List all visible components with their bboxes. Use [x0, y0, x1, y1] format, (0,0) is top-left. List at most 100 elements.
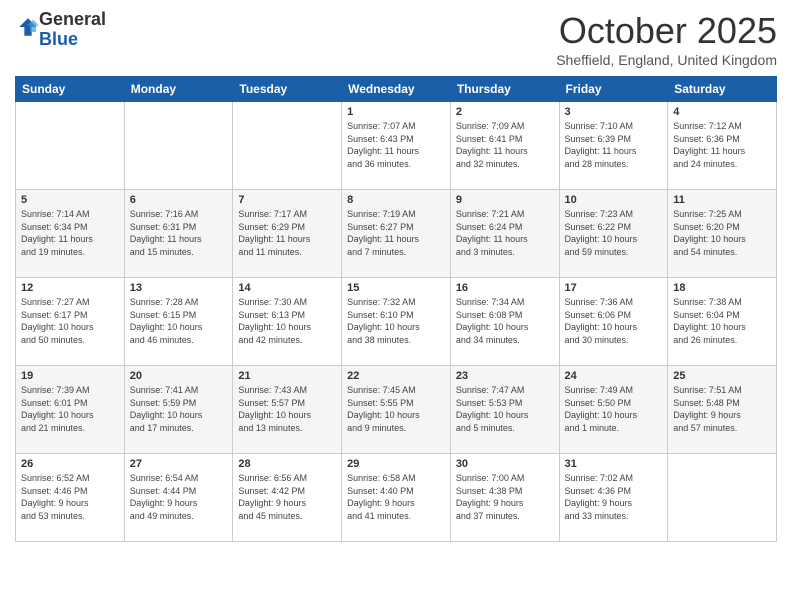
day-info: Sunrise: 7:23 AM Sunset: 6:22 PM Dayligh…: [565, 208, 663, 258]
week-row-5: 26 Sunrise: 6:52 AM Sunset: 4:46 PM Dayli…: [16, 454, 777, 542]
day-number: 7: [238, 194, 336, 206]
header-sunday: Sunday: [16, 77, 125, 102]
day-info: Sunrise: 7:27 AM Sunset: 6:17 PM Dayligh…: [21, 296, 119, 346]
calendar-cell: 14 Sunrise: 7:30 AM Sunset: 6:13 PM Dayli…: [233, 278, 342, 366]
day-info: Sunrise: 7:51 AM Sunset: 5:48 PM Dayligh…: [673, 384, 771, 434]
calendar-cell: 30 Sunrise: 7:00 AM Sunset: 4:38 PM Dayli…: [450, 454, 559, 542]
calendar-cell: 22 Sunrise: 7:45 AM Sunset: 5:55 PM Dayli…: [342, 366, 451, 454]
calendar-cell: 1 Sunrise: 7:07 AM Sunset: 6:43 PM Daylig…: [342, 102, 451, 190]
calendar-cell: 29 Sunrise: 6:58 AM Sunset: 4:40 PM Dayli…: [342, 454, 451, 542]
day-number: 13: [130, 282, 228, 294]
calendar-cell: 10 Sunrise: 7:23 AM Sunset: 6:22 PM Dayli…: [559, 190, 668, 278]
day-info: Sunrise: 7:07 AM Sunset: 6:43 PM Dayligh…: [347, 120, 445, 170]
calendar-cell: 15Sunrise: 7:32 AM Sunset: 6:10 PM Dayli…: [342, 278, 451, 366]
day-number: 29: [347, 458, 445, 470]
day-info: Sunrise: 7:10 AM Sunset: 6:39 PM Dayligh…: [565, 120, 663, 170]
weekday-header-row: Sunday Monday Tuesday Wednesday Thursday…: [16, 77, 777, 102]
day-info: Sunrise: 7:30 AM Sunset: 6:13 PM Dayligh…: [238, 296, 336, 346]
calendar-cell: 26 Sunrise: 6:52 AM Sunset: 4:46 PM Dayli…: [16, 454, 125, 542]
day-number: 9: [456, 194, 554, 206]
calendar-cell: 11 Sunrise: 7:25 AM Sunset: 6:20 PM Dayli…: [668, 190, 777, 278]
day-number: 8: [347, 194, 445, 206]
header-saturday: Saturday: [668, 77, 777, 102]
header-tuesday: Tuesday: [233, 77, 342, 102]
day-info: Sunrise: 7:47 AM Sunset: 5:53 PM Dayligh…: [456, 384, 554, 434]
logo-blue-text: Blue: [39, 29, 78, 49]
day-info: Sunrise: 7:45 AM Sunset: 5:55 PM Dayligh…: [347, 384, 445, 434]
day-number: 21: [238, 370, 336, 382]
calendar-cell: 7 Sunrise: 7:17 AM Sunset: 6:29 PM Daylig…: [233, 190, 342, 278]
day-number: 2: [456, 106, 554, 118]
day-number: 26: [21, 458, 119, 470]
title-block: October 2025 Sheffield, England, United …: [556, 10, 777, 68]
calendar-cell: 19 Sunrise: 7:39 AM Sunset: 6:01 PM Dayli…: [16, 366, 125, 454]
day-number: 17: [565, 282, 663, 294]
week-row-4: 19 Sunrise: 7:39 AM Sunset: 6:01 PM Dayli…: [16, 366, 777, 454]
day-number: 25: [673, 370, 771, 382]
day-info: Sunrise: 7:43 AM Sunset: 5:57 PM Dayligh…: [238, 384, 336, 434]
calendar-cell: 6Sunrise: 7:16 AM Sunset: 6:31 PM Daylig…: [124, 190, 233, 278]
day-info: Sunrise: 7:12 AM Sunset: 6:36 PM Dayligh…: [673, 120, 771, 170]
day-info: Sunrise: 6:54 AM Sunset: 4:44 PM Dayligh…: [130, 472, 228, 522]
day-info: Sunrise: 6:52 AM Sunset: 4:46 PM Dayligh…: [21, 472, 119, 522]
calendar-cell: 16Sunrise: 7:34 AM Sunset: 6:08 PM Dayli…: [450, 278, 559, 366]
day-info: Sunrise: 7:28 AM Sunset: 6:15 PM Dayligh…: [130, 296, 228, 346]
header-wednesday: Wednesday: [342, 77, 451, 102]
month-title: October 2025: [556, 10, 777, 52]
calendar-cell: [124, 102, 233, 190]
day-info: Sunrise: 7:19 AM Sunset: 6:27 PM Dayligh…: [347, 208, 445, 258]
header-thursday: Thursday: [450, 77, 559, 102]
day-number: 19: [21, 370, 119, 382]
day-number: 22: [347, 370, 445, 382]
day-number: 12: [21, 282, 119, 294]
day-info: Sunrise: 7:16 AM Sunset: 6:31 PM Dayligh…: [130, 208, 228, 258]
header-monday: Monday: [124, 77, 233, 102]
day-info: Sunrise: 7:09 AM Sunset: 6:41 PM Dayligh…: [456, 120, 554, 170]
day-number: 28: [238, 458, 336, 470]
calendar: Sunday Monday Tuesday Wednesday Thursday…: [15, 76, 777, 542]
day-number: 16: [456, 282, 554, 294]
day-info: Sunrise: 7:14 AM Sunset: 6:34 PM Dayligh…: [21, 208, 119, 258]
day-number: 14: [238, 282, 336, 294]
week-row-1: 1 Sunrise: 7:07 AM Sunset: 6:43 PM Daylig…: [16, 102, 777, 190]
calendar-cell: 12 Sunrise: 7:27 AM Sunset: 6:17 PM Dayli…: [16, 278, 125, 366]
day-info: Sunrise: 7:41 AM Sunset: 5:59 PM Dayligh…: [130, 384, 228, 434]
calendar-cell: 18Sunrise: 7:38 AM Sunset: 6:04 PM Dayli…: [668, 278, 777, 366]
day-number: 23: [456, 370, 554, 382]
week-row-3: 12 Sunrise: 7:27 AM Sunset: 6:17 PM Dayli…: [16, 278, 777, 366]
day-number: 30: [456, 458, 554, 470]
day-number: 3: [565, 106, 663, 118]
header-friday: Friday: [559, 77, 668, 102]
calendar-cell: 31Sunrise: 7:02 AM Sunset: 4:36 PM Dayli…: [559, 454, 668, 542]
calendar-cell: [233, 102, 342, 190]
day-info: Sunrise: 7:00 AM Sunset: 4:38 PM Dayligh…: [456, 472, 554, 522]
week-row-2: 5Sunrise: 7:14 AM Sunset: 6:34 PM Daylig…: [16, 190, 777, 278]
day-info: Sunrise: 7:49 AM Sunset: 5:50 PM Dayligh…: [565, 384, 663, 434]
calendar-cell: 4Sunrise: 7:12 AM Sunset: 6:36 PM Daylig…: [668, 102, 777, 190]
day-info: Sunrise: 6:56 AM Sunset: 4:42 PM Dayligh…: [238, 472, 336, 522]
day-info: Sunrise: 7:36 AM Sunset: 6:06 PM Dayligh…: [565, 296, 663, 346]
calendar-cell: 24 Sunrise: 7:49 AM Sunset: 5:50 PM Dayli…: [559, 366, 668, 454]
day-info: Sunrise: 7:02 AM Sunset: 4:36 PM Dayligh…: [565, 472, 663, 522]
day-info: Sunrise: 7:32 AM Sunset: 6:10 PM Dayligh…: [347, 296, 445, 346]
calendar-cell: 9Sunrise: 7:21 AM Sunset: 6:24 PM Daylig…: [450, 190, 559, 278]
day-info: Sunrise: 7:39 AM Sunset: 6:01 PM Dayligh…: [21, 384, 119, 434]
calendar-cell: 28 Sunrise: 6:56 AM Sunset: 4:42 PM Dayli…: [233, 454, 342, 542]
logo: General Blue: [15, 10, 106, 50]
calendar-cell: 2 Sunrise: 7:09 AM Sunset: 6:41 PM Daylig…: [450, 102, 559, 190]
day-number: 10: [565, 194, 663, 206]
day-number: 24: [565, 370, 663, 382]
calendar-cell: 25 Sunrise: 7:51 AM Sunset: 5:48 PM Dayli…: [668, 366, 777, 454]
calendar-cell: 27 Sunrise: 6:54 AM Sunset: 4:44 PM Dayli…: [124, 454, 233, 542]
day-number: 27: [130, 458, 228, 470]
logo-general-text: General: [39, 9, 106, 29]
day-number: 18: [673, 282, 771, 294]
header: General Blue October 2025 Sheffield, Eng…: [15, 10, 777, 68]
calendar-cell: 23 Sunrise: 7:47 AM Sunset: 5:53 PM Dayli…: [450, 366, 559, 454]
day-info: Sunrise: 7:25 AM Sunset: 6:20 PM Dayligh…: [673, 208, 771, 258]
day-info: Sunrise: 7:17 AM Sunset: 6:29 PM Dayligh…: [238, 208, 336, 258]
day-info: Sunrise: 6:58 AM Sunset: 4:40 PM Dayligh…: [347, 472, 445, 522]
day-number: 1: [347, 106, 445, 118]
calendar-cell: 20Sunrise: 7:41 AM Sunset: 5:59 PM Dayli…: [124, 366, 233, 454]
day-number: 11: [673, 194, 771, 206]
